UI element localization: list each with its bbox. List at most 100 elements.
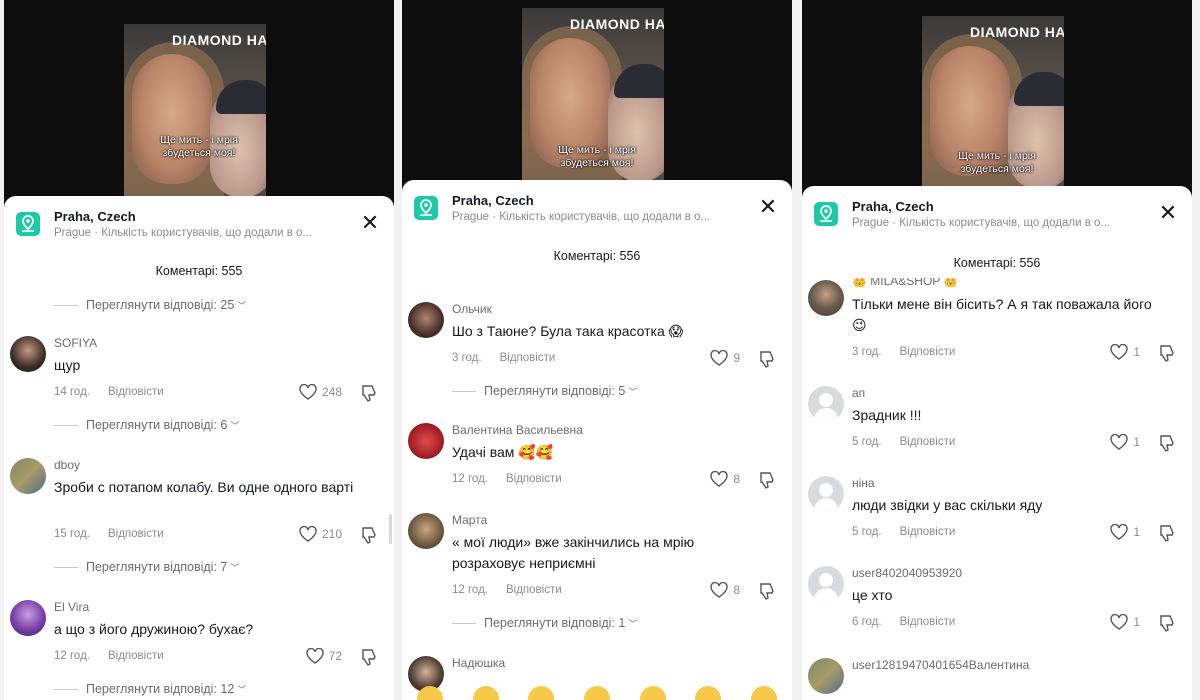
scrollbar[interactable]	[389, 514, 392, 544]
avatar[interactable]	[808, 386, 844, 422]
video-caption: Ще мить - і мрія збудеться моя!	[802, 150, 1192, 176]
emoji-button[interactable]	[639, 686, 666, 700]
reply-button[interactable]: Відповісти	[900, 526, 956, 538]
avatar[interactable]	[808, 658, 844, 694]
dislike-icon[interactable]	[758, 350, 776, 373]
comment-username[interactable]: Марта	[452, 513, 487, 527]
dislike-icon[interactable]	[1158, 614, 1176, 637]
like-button[interactable]: 210	[299, 526, 342, 542]
heart-icon	[710, 582, 729, 598]
avatar[interactable]	[10, 458, 46, 494]
emoji-button[interactable]	[528, 686, 555, 700]
emoji-button[interactable]	[416, 686, 443, 700]
reply-button[interactable]: Відповісти	[900, 616, 956, 628]
caption-line-1: Ще мить - і мрія	[958, 150, 1036, 162]
emoji-button[interactable]	[751, 686, 778, 700]
location-header[interactable]: Praha, Czech Prague · Кількість користув…	[402, 190, 792, 230]
like-button[interactable]: 8	[710, 471, 740, 487]
avatar[interactable]	[408, 423, 444, 459]
dislike-icon[interactable]	[1158, 524, 1176, 547]
comment-username[interactable]: El Vira	[54, 600, 89, 614]
comment-list[interactable]: Переглянути відповіді: 25 ﹀ SOFIYA щур 14…	[4, 288, 394, 700]
comment-username[interactable]: Ольчик	[452, 302, 492, 316]
like-button[interactable]: 8	[710, 582, 740, 598]
comment-text: « мої люди» вже закінчились на мрію розр…	[452, 534, 695, 571]
comment-username[interactable]: user12819470401654Валентина	[852, 658, 1029, 672]
location-title: Praha, Czech	[54, 209, 136, 224]
comment-time: 5 год.	[852, 526, 882, 538]
view-replies-button[interactable]: Переглянути відповіді: 25 ﹀	[54, 298, 246, 312]
comment-list[interactable]: 👑 MILA&SHOP 👑 Тільки мене він бісить? А …	[802, 278, 1192, 700]
reply-button[interactable]: Відповісти	[500, 352, 556, 364]
comments-screen-3: DIAMOND HA Ще мить - і мрія збудеться мо…	[802, 0, 1192, 700]
avatar[interactable]	[808, 280, 844, 316]
dislike-icon[interactable]	[360, 648, 378, 671]
dislike-icon[interactable]	[360, 384, 378, 407]
reply-button[interactable]: Відповісти	[900, 436, 956, 448]
caption-line-1: Ще мить - і мрія	[558, 144, 636, 156]
comment-username[interactable]: 👑 MILA&SHOP 👑	[852, 278, 958, 288]
like-count: 9	[733, 351, 740, 365]
like-button[interactable]: 1	[1110, 344, 1140, 360]
comment-username[interactable]: Надюшка	[452, 656, 505, 670]
comment-username[interactable]: ап	[852, 386, 865, 400]
view-replies-button[interactable]: Переглянути відповіді: 5 ﹀	[452, 384, 637, 398]
dislike-icon[interactable]	[758, 582, 776, 605]
video-player[interactable]: DIAMOND HA Ще мить - і мрія збудеться мо…	[402, 0, 792, 195]
dislike-icon[interactable]	[1158, 344, 1176, 367]
comment-text: це хто	[852, 587, 893, 603]
reply-button[interactable]: Відповісти	[108, 386, 164, 398]
like-button[interactable]: 1	[1110, 524, 1140, 540]
like-count: 1	[1133, 345, 1140, 359]
reply-button[interactable]: Відповісти	[506, 584, 562, 596]
location-header[interactable]: Praha, Czech Prague · Кількість користув…	[4, 206, 394, 246]
dislike-icon[interactable]	[758, 471, 776, 494]
close-icon[interactable]: ✕	[360, 212, 380, 234]
dislike-icon[interactable]	[1158, 434, 1176, 457]
location-header[interactable]: Praha, Czech Prague · Кількість користув…	[802, 196, 1192, 236]
like-count: 8	[733, 583, 740, 597]
close-icon[interactable]: ✕	[758, 196, 778, 218]
like-button[interactable]: 1	[1110, 434, 1140, 450]
like-button[interactable]: 72	[305, 648, 342, 664]
view-replies-button[interactable]: Переглянути відповіді: 1 ﹀	[452, 616, 637, 630]
video-player[interactable]: DIAMOND HA Ще мить - і мрія збудеться мо…	[4, 0, 394, 210]
comment-username[interactable]: ніна	[852, 476, 875, 490]
comment-time: 3 год.	[852, 346, 882, 358]
like-button[interactable]: 1	[1110, 614, 1140, 630]
comments-sheet: Praha, Czech Prague · Кількість користув…	[802, 186, 1192, 700]
avatar[interactable]	[808, 476, 844, 512]
emoji-button[interactable]	[695, 686, 722, 700]
view-replies-button[interactable]: Переглянути відповіді: 6 ﹀	[54, 418, 239, 432]
view-replies-button[interactable]: Переглянути відповіді: 7 ﹀	[54, 560, 239, 574]
dislike-icon[interactable]	[360, 526, 378, 549]
avatar[interactable]	[10, 600, 46, 636]
comment-time: 15 год.	[54, 528, 90, 540]
heart-icon	[305, 648, 324, 664]
comment-meta: 5 год. Відповісти	[852, 436, 955, 448]
video-player[interactable]: DIAMOND HA Ще мить - і мрія збудеться мо…	[802, 0, 1192, 200]
view-replies-button[interactable]: Переглянути відповіді: 12 ﹀	[54, 682, 246, 696]
reply-button[interactable]: Відповісти	[900, 346, 956, 358]
avatar[interactable]	[408, 302, 444, 338]
emoji-button[interactable]	[583, 686, 610, 700]
avatar[interactable]	[808, 566, 844, 602]
emoji-button[interactable]	[472, 686, 499, 700]
comment-username[interactable]: user8402040953920	[852, 566, 962, 580]
like-button[interactable]: 248	[299, 384, 342, 400]
comments-sheet: Praha, Czech Prague · Кількість користув…	[4, 196, 394, 700]
reply-button[interactable]: Відповісти	[506, 473, 562, 485]
chevron-down-icon: ﹀	[237, 301, 247, 311]
comment-username[interactable]: dboy	[54, 458, 80, 472]
comment-text: Шо з Таюне? Була така красотка 😱	[452, 323, 684, 339]
avatar[interactable]	[10, 336, 46, 372]
avatar[interactable]	[408, 513, 444, 549]
reply-button[interactable]: Відповісти	[108, 528, 164, 540]
comment-count: Коментарі: 555	[155, 264, 243, 278]
comment-list[interactable]: Ольчик Шо з Таюне? Була така красотка 😱 …	[402, 268, 792, 700]
reply-button[interactable]: Відповісти	[108, 650, 164, 662]
close-icon[interactable]: ✕	[1158, 202, 1178, 224]
like-button[interactable]: 9	[710, 350, 740, 366]
comment-username[interactable]: Валентина Васильевна	[452, 423, 583, 437]
comment-username[interactable]: SOFIYA	[54, 336, 97, 350]
